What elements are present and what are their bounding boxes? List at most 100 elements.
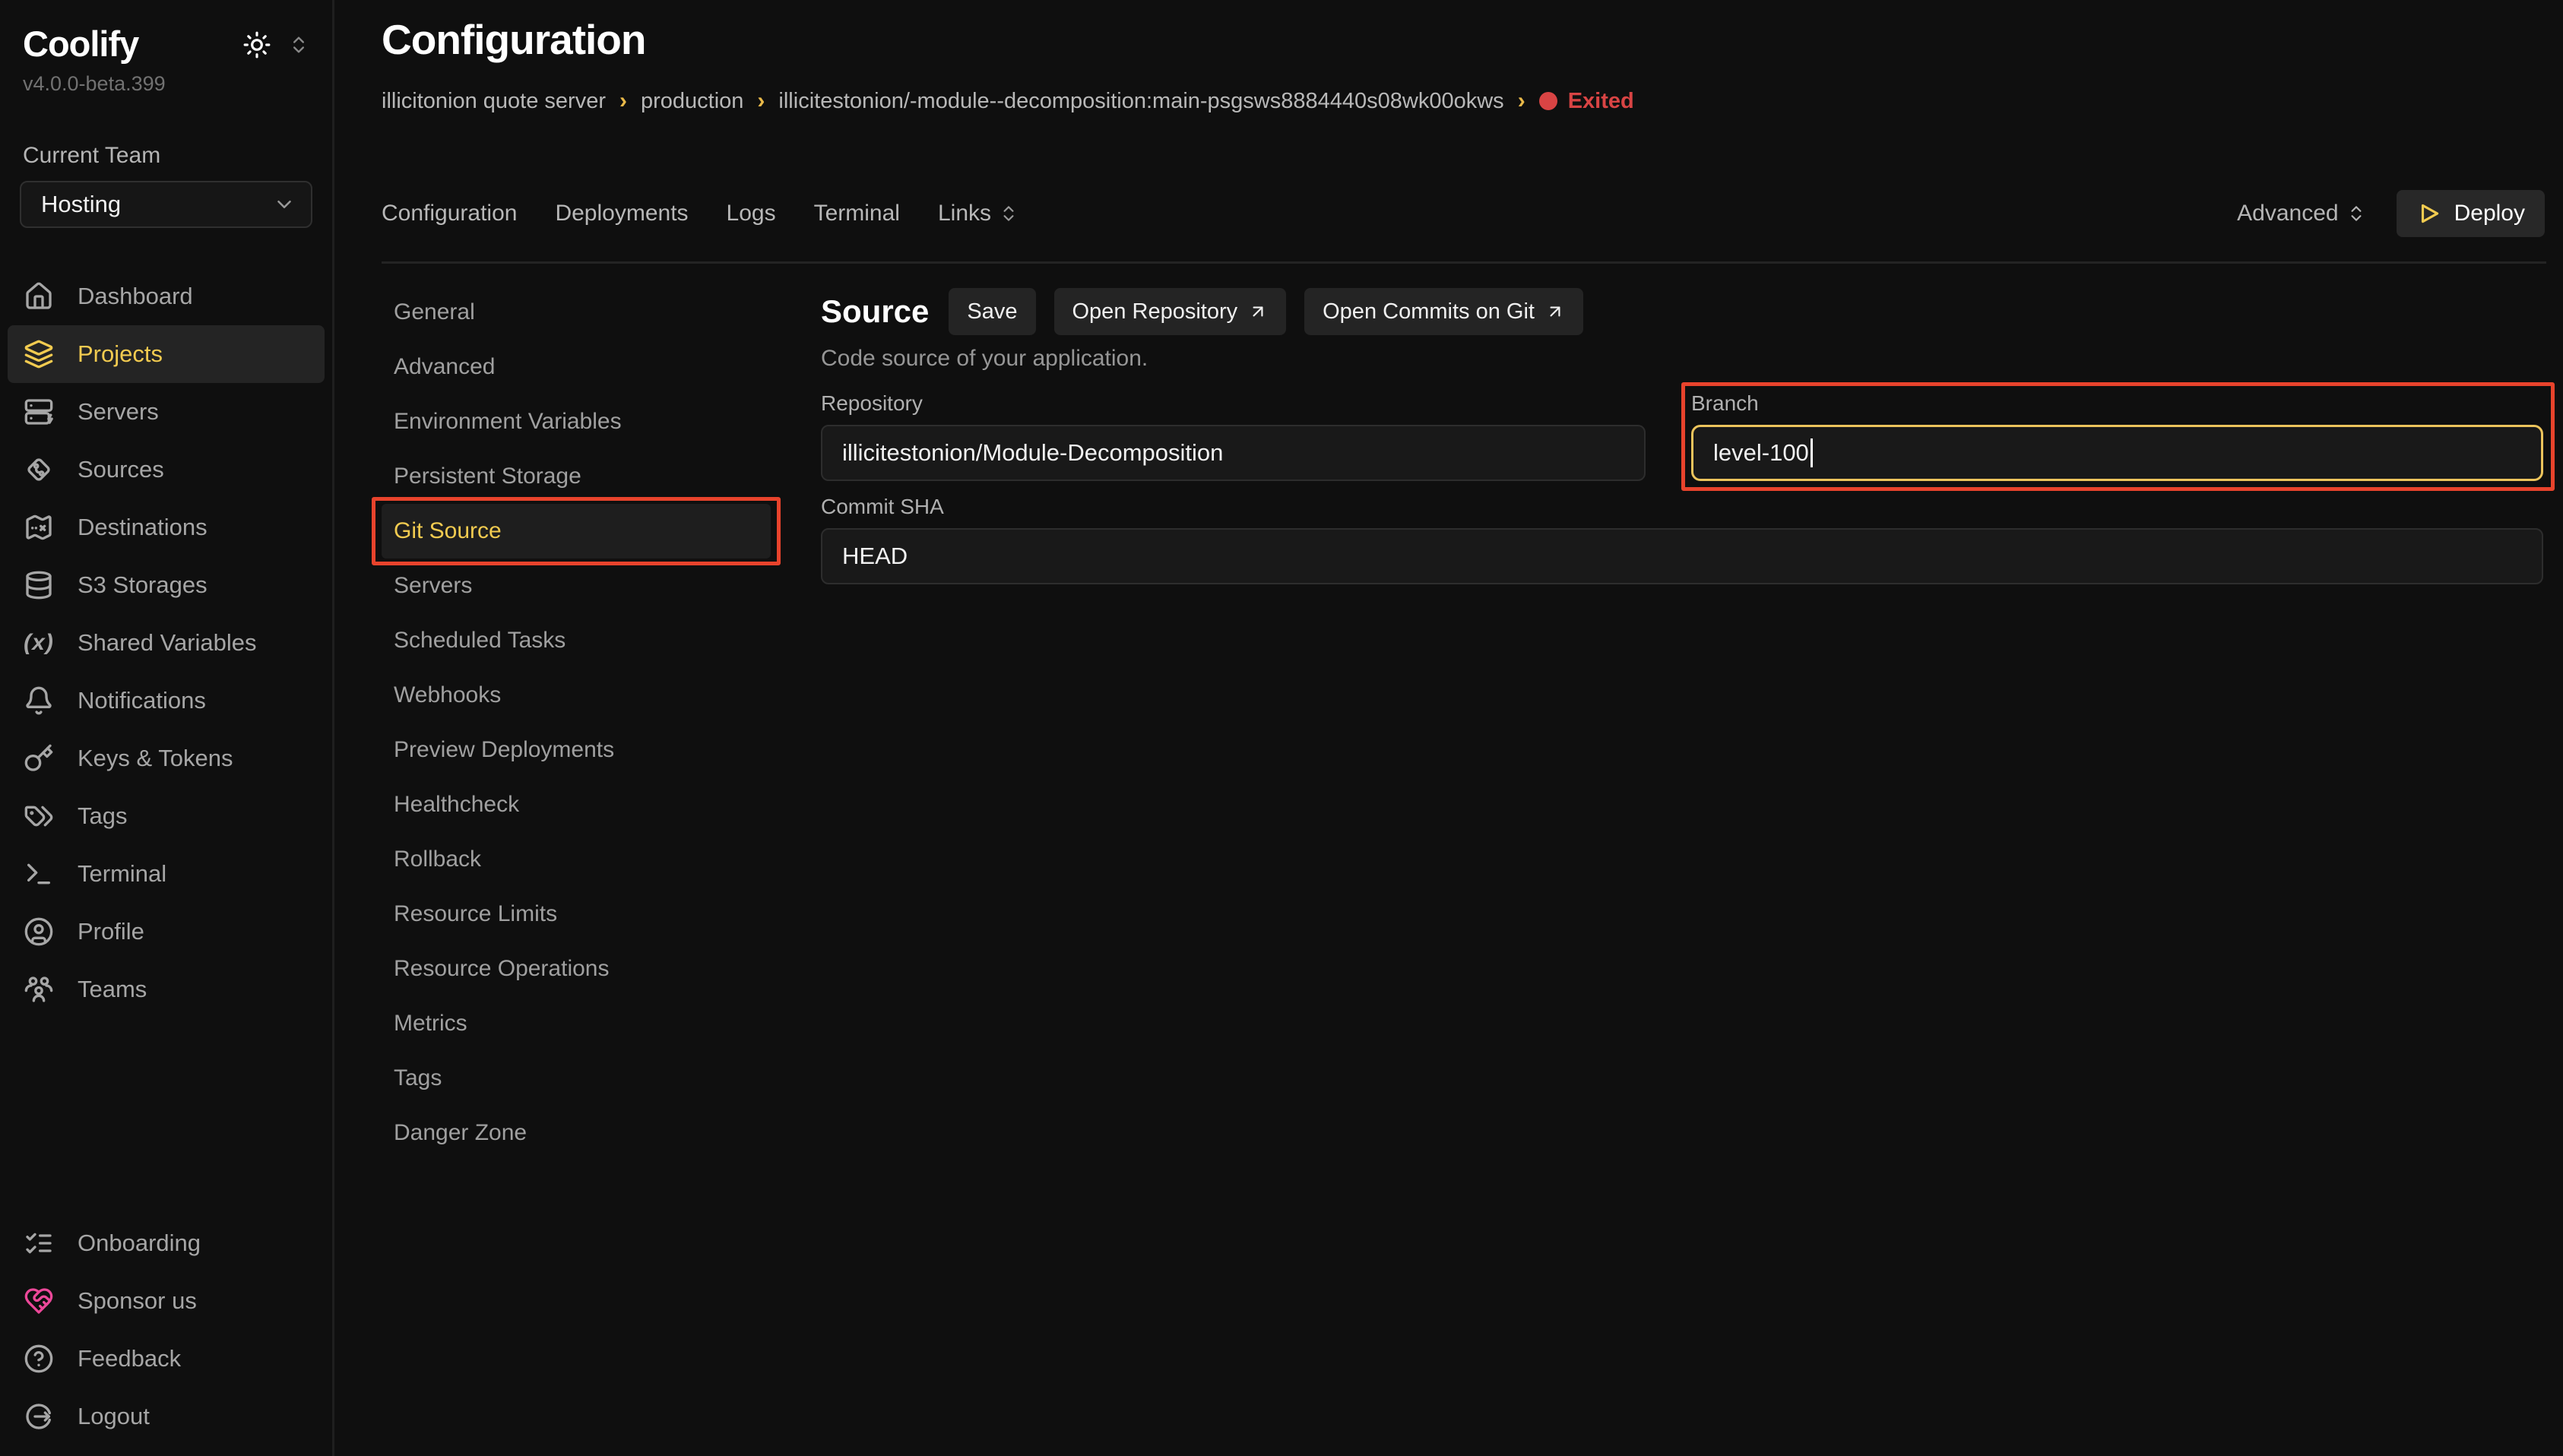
breadcrumb: illicitonion quote server › production ›…: [382, 88, 1634, 114]
sidebar-item-sources[interactable]: Sources: [8, 441, 325, 499]
subnav-item-general[interactable]: General: [382, 285, 771, 340]
subnav-item-resource-limits[interactable]: Resource Limits: [382, 887, 771, 942]
tabs-right: Advanced Deploy: [2237, 190, 2545, 237]
theme-toggle-sun-icon[interactable]: [242, 30, 271, 59]
content: General Advanced Environment Variables P…: [382, 264, 2543, 1456]
sidebar: Coolify v4.0.0-beta.399 Current Team Hos…: [0, 0, 334, 1456]
sidebar-item-tags[interactable]: Tags: [8, 787, 325, 845]
map-icon: [23, 512, 55, 543]
sidebar-item-keys-tokens[interactable]: Keys & Tokens: [8, 730, 325, 787]
subnav-item-persistent-storage[interactable]: Persistent Storage: [382, 449, 771, 504]
sidebar-item-label: Profile: [78, 918, 144, 945]
save-button[interactable]: Save: [949, 288, 1035, 335]
sidebar-item-label: Sponsor us: [78, 1287, 197, 1315]
sidebar-item-teams[interactable]: Teams: [8, 961, 325, 1018]
sidebar-item-destinations[interactable]: Destinations: [8, 499, 325, 556]
terminal-icon: [23, 859, 55, 889]
breadcrumb-project[interactable]: illicitonion quote server: [382, 89, 606, 114]
sidebar-item-label: Onboarding: [78, 1230, 201, 1257]
subnav-item-webhooks[interactable]: Webhooks: [382, 668, 771, 723]
sidebar-footer-nav: Onboarding Sponsor us Feedback Logout: [8, 1214, 325, 1445]
subnav-item-environment-variables[interactable]: Environment Variables: [382, 394, 771, 449]
git-source-icon: [23, 454, 55, 485]
open-commits-label: Open Commits on Git: [1323, 299, 1535, 324]
breadcrumb-chevron-icon: ›: [757, 88, 765, 114]
tab-logs[interactable]: Logs: [727, 201, 776, 226]
sidebar-item-feedback[interactable]: Feedback: [8, 1330, 325, 1388]
subnav-item-git-source[interactable]: Git Source: [382, 504, 771, 559]
subnav-item-resource-operations[interactable]: Resource Operations: [382, 942, 771, 996]
chevrons-up-down-icon[interactable]: [288, 34, 309, 55]
tab-links[interactable]: Links: [938, 201, 1019, 226]
breadcrumb-resource[interactable]: illicitestonion/-module--decomposition:m…: [778, 89, 1503, 114]
sidebar-item-label: Projects: [78, 340, 163, 368]
open-repository-button[interactable]: Open Repository: [1054, 288, 1287, 335]
sidebar-item-logout[interactable]: Logout: [8, 1388, 325, 1445]
database-icon: [23, 570, 55, 600]
sidebar-item-label: Keys & Tokens: [78, 745, 233, 772]
subnav-item-tags[interactable]: Tags: [382, 1051, 771, 1106]
sidebar-item-projects[interactable]: Projects: [8, 325, 325, 383]
subnav-item-danger-zone[interactable]: Danger Zone: [382, 1106, 771, 1160]
commit-sha-label: Commit SHA: [821, 495, 2543, 519]
page-title: Configuration: [382, 15, 645, 64]
source-description: Code source of your application.: [821, 346, 2543, 372]
sidebar-item-s3-storages[interactable]: S3 Storages: [8, 556, 325, 614]
subnav-item-scheduled-tasks[interactable]: Scheduled Tasks: [382, 613, 771, 668]
app-version: v4.0.0-beta.399: [0, 65, 332, 96]
subnav-item-servers[interactable]: Servers: [382, 559, 771, 613]
tabs-row: Configuration Deployments Logs Terminal …: [382, 187, 2545, 240]
status-badge: Exited: [1568, 89, 1634, 114]
branch-input[interactable]: level-100: [1691, 425, 2543, 481]
configuration-subnav: General Advanced Environment Variables P…: [382, 285, 771, 1456]
status-dot: [1539, 92, 1557, 110]
chevron-down-icon: [273, 193, 296, 216]
main-area: Configuration illicitonion quote server …: [334, 0, 2563, 1456]
sidebar-item-shared-variables[interactable]: (x) Shared Variables: [8, 614, 325, 672]
tab-terminal[interactable]: Terminal: [814, 201, 900, 226]
sidebar-item-profile[interactable]: Profile: [8, 903, 325, 961]
sidebar-item-servers[interactable]: Servers: [8, 383, 325, 441]
user-circle-icon: [23, 916, 55, 947]
external-link-icon: [1248, 302, 1268, 321]
subnav-item-advanced[interactable]: Advanced: [382, 340, 771, 394]
commit-sha-input[interactable]: [821, 528, 2543, 584]
sidebar-item-label: Teams: [78, 976, 147, 1003]
open-commits-button[interactable]: Open Commits on Git: [1304, 288, 1583, 335]
sidebar-item-label: Sources: [78, 456, 164, 483]
chevrons-up-down-icon: [2346, 204, 2366, 223]
sidebar-item-sponsor-us[interactable]: Sponsor us: [8, 1272, 325, 1330]
sidebar-item-dashboard[interactable]: Dashboard: [8, 267, 325, 325]
users-icon: [23, 974, 55, 1005]
subnav-item-preview-deployments[interactable]: Preview Deployments: [382, 723, 771, 777]
sidebar-item-label: Shared Variables: [78, 629, 257, 657]
sidebar-item-terminal[interactable]: Terminal: [8, 845, 325, 903]
branch-field: Branch level-100: [1691, 391, 2543, 481]
bell-icon: [23, 685, 55, 716]
app-logo: Coolify: [23, 23, 138, 65]
sidebar-item-label: Tags: [78, 802, 127, 830]
deploy-button[interactable]: Deploy: [2397, 190, 2545, 237]
sidebar-item-label: Logout: [78, 1403, 150, 1430]
repository-input[interactable]: [821, 425, 1646, 481]
sidebar-item-notifications[interactable]: Notifications: [8, 672, 325, 730]
tab-configuration[interactable]: Configuration: [382, 201, 517, 226]
subnav-item-metrics[interactable]: Metrics: [382, 996, 771, 1051]
repository-label: Repository: [821, 391, 1646, 416]
sidebar-item-label: S3 Storages: [78, 571, 208, 599]
breadcrumb-chevron-icon: ›: [1518, 88, 1525, 114]
key-icon: [23, 743, 55, 774]
tab-deployments[interactable]: Deployments: [555, 201, 688, 226]
breadcrumb-environment[interactable]: production: [641, 89, 743, 114]
subnav-item-rollback[interactable]: Rollback: [382, 832, 771, 887]
team-select[interactable]: Hosting: [20, 181, 312, 228]
source-heading-row: Source Save Open Repository Open Commits…: [821, 288, 2543, 335]
current-team-label: Current Team: [0, 96, 332, 169]
advanced-dropdown[interactable]: Advanced: [2237, 201, 2365, 226]
advanced-label: Advanced: [2237, 201, 2338, 226]
sidebar-item-onboarding[interactable]: Onboarding: [8, 1214, 325, 1272]
text-cursor: [1811, 438, 1813, 467]
subnav-item-healthcheck[interactable]: Healthcheck: [382, 777, 771, 832]
home-icon: [23, 281, 55, 312]
commit-sha-field: Commit SHA: [821, 495, 2543, 584]
